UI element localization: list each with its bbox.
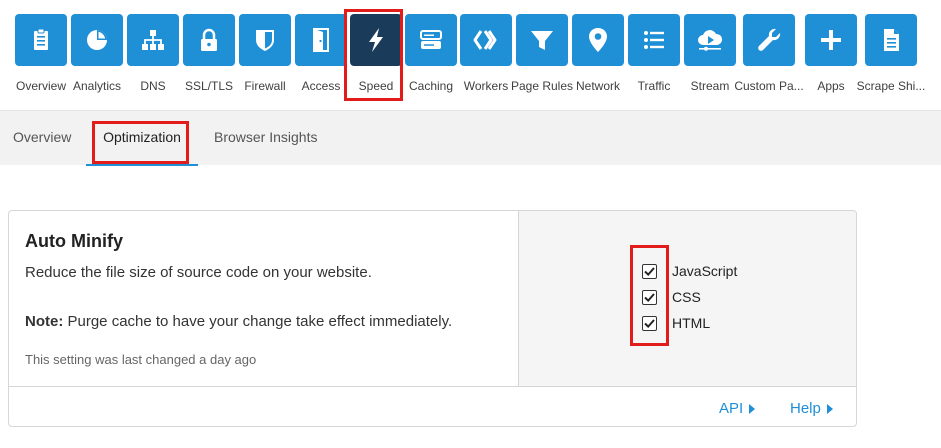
nav-label: Analytics bbox=[72, 79, 122, 93]
wrench-icon bbox=[743, 14, 795, 66]
checkmark-icon bbox=[644, 292, 655, 302]
javascript-option[interactable]: JavaScript bbox=[642, 261, 737, 281]
tab-browser-insights[interactable]: Browser Insights bbox=[214, 111, 317, 166]
nav-item-scrape-shield[interactable]: Scrape Shi... bbox=[857, 14, 925, 94]
nav-item-network[interactable]: Network bbox=[571, 14, 625, 94]
server-icon bbox=[405, 14, 457, 66]
nav-label: Stream bbox=[690, 79, 730, 93]
location-pin-icon bbox=[572, 14, 624, 66]
list-icon bbox=[628, 14, 680, 66]
lightning-icon bbox=[350, 14, 402, 66]
card-title: Auto Minify bbox=[25, 231, 123, 251]
nav-label: Access bbox=[301, 79, 341, 93]
css-label: CSS bbox=[672, 289, 701, 305]
document-icon bbox=[865, 14, 917, 66]
javascript-label: JavaScript bbox=[672, 263, 738, 279]
nav-label: Firewall bbox=[244, 79, 286, 93]
nav-item-analytics[interactable]: Analytics bbox=[70, 14, 124, 94]
cloud-play-icon bbox=[684, 14, 736, 66]
api-link[interactable]: API bbox=[719, 400, 756, 417]
nav-item-dns[interactable]: DNS bbox=[126, 14, 180, 94]
tab-optimization[interactable]: Optimization bbox=[86, 111, 198, 166]
checkmark-icon bbox=[644, 266, 655, 276]
nav-label: DNS bbox=[140, 79, 166, 93]
last-changed-text: This setting was last changed a day ago bbox=[25, 352, 257, 367]
html-option[interactable]: HTML bbox=[642, 313, 710, 333]
api-link-label: API bbox=[719, 400, 744, 417]
nav-label: Network bbox=[575, 79, 621, 93]
tab-overview[interactable]: Overview bbox=[13, 111, 71, 166]
caret-right-icon bbox=[826, 403, 833, 414]
nav-item-custom-pages[interactable]: Custom Pa... bbox=[734, 14, 804, 94]
card-note: Note: Purge cache to have your change ta… bbox=[25, 313, 452, 330]
auto-minify-info: Auto Minify Reduce the file size of sour… bbox=[9, 211, 518, 386]
nav-label: Caching bbox=[408, 79, 454, 93]
nav-label: SSL/TLS bbox=[184, 79, 234, 93]
sub-navigation: Overview Optimization Browser Insights bbox=[0, 110, 941, 166]
filter-icon bbox=[516, 14, 568, 66]
nav-label: Custom Pa... bbox=[734, 79, 804, 93]
checkmark-icon bbox=[644, 318, 655, 328]
nav-label: Scrape Shi... bbox=[856, 79, 926, 93]
nav-item-caching[interactable]: Caching bbox=[404, 14, 458, 94]
plus-icon bbox=[805, 14, 857, 66]
nav-label: Traffic bbox=[637, 79, 671, 93]
nav-label: Page Rules bbox=[510, 79, 574, 93]
html-label: HTML bbox=[672, 315, 711, 331]
nav-label: Apps bbox=[817, 79, 845, 93]
auto-minify-card: Auto Minify Reduce the file size of sour… bbox=[8, 210, 857, 427]
pie-chart-icon bbox=[71, 14, 123, 66]
nav-item-access[interactable]: Access bbox=[294, 14, 348, 94]
chevrons-icon bbox=[460, 14, 512, 66]
nav-item-workers[interactable]: Workers bbox=[459, 14, 513, 94]
top-navigation: Overview Analytics DNS SSL/TLS Firewall … bbox=[0, 0, 941, 110]
html-checkbox[interactable] bbox=[642, 315, 657, 331]
nav-item-apps[interactable]: Apps bbox=[804, 14, 858, 94]
javascript-checkbox[interactable] bbox=[642, 263, 657, 279]
clipboard-icon bbox=[15, 14, 67, 66]
nav-item-speed[interactable]: Speed bbox=[349, 14, 403, 94]
nav-label: Speed bbox=[358, 79, 394, 93]
door-icon bbox=[295, 14, 347, 66]
nav-item-traffic[interactable]: Traffic bbox=[627, 14, 681, 94]
nav-item-page-rules[interactable]: Page Rules bbox=[511, 14, 573, 94]
network-tree-icon bbox=[127, 14, 179, 66]
help-link-label: Help bbox=[790, 400, 821, 417]
nav-item-stream[interactable]: Stream bbox=[683, 14, 737, 94]
nav-item-overview[interactable]: Overview bbox=[14, 14, 68, 94]
nav-label: Overview bbox=[15, 79, 67, 93]
css-option[interactable]: CSS bbox=[642, 287, 701, 307]
caret-right-icon bbox=[749, 403, 756, 414]
nav-label: Workers bbox=[463, 79, 509, 93]
nav-item-ssl-tls[interactable]: SSL/TLS bbox=[182, 14, 236, 94]
card-footer: API Help bbox=[9, 386, 856, 426]
css-checkbox[interactable] bbox=[642, 289, 657, 305]
help-link[interactable]: Help bbox=[790, 400, 833, 417]
lock-icon bbox=[183, 14, 235, 66]
card-description: Reduce the file size of source code on y… bbox=[25, 264, 372, 281]
shield-icon bbox=[239, 14, 291, 66]
nav-item-firewall[interactable]: Firewall bbox=[238, 14, 292, 94]
note-label: Note: bbox=[25, 313, 64, 330]
note-text: Purge cache to have your change take eff… bbox=[63, 313, 453, 330]
auto-minify-options: JavaScript CSS HTML bbox=[518, 211, 856, 386]
